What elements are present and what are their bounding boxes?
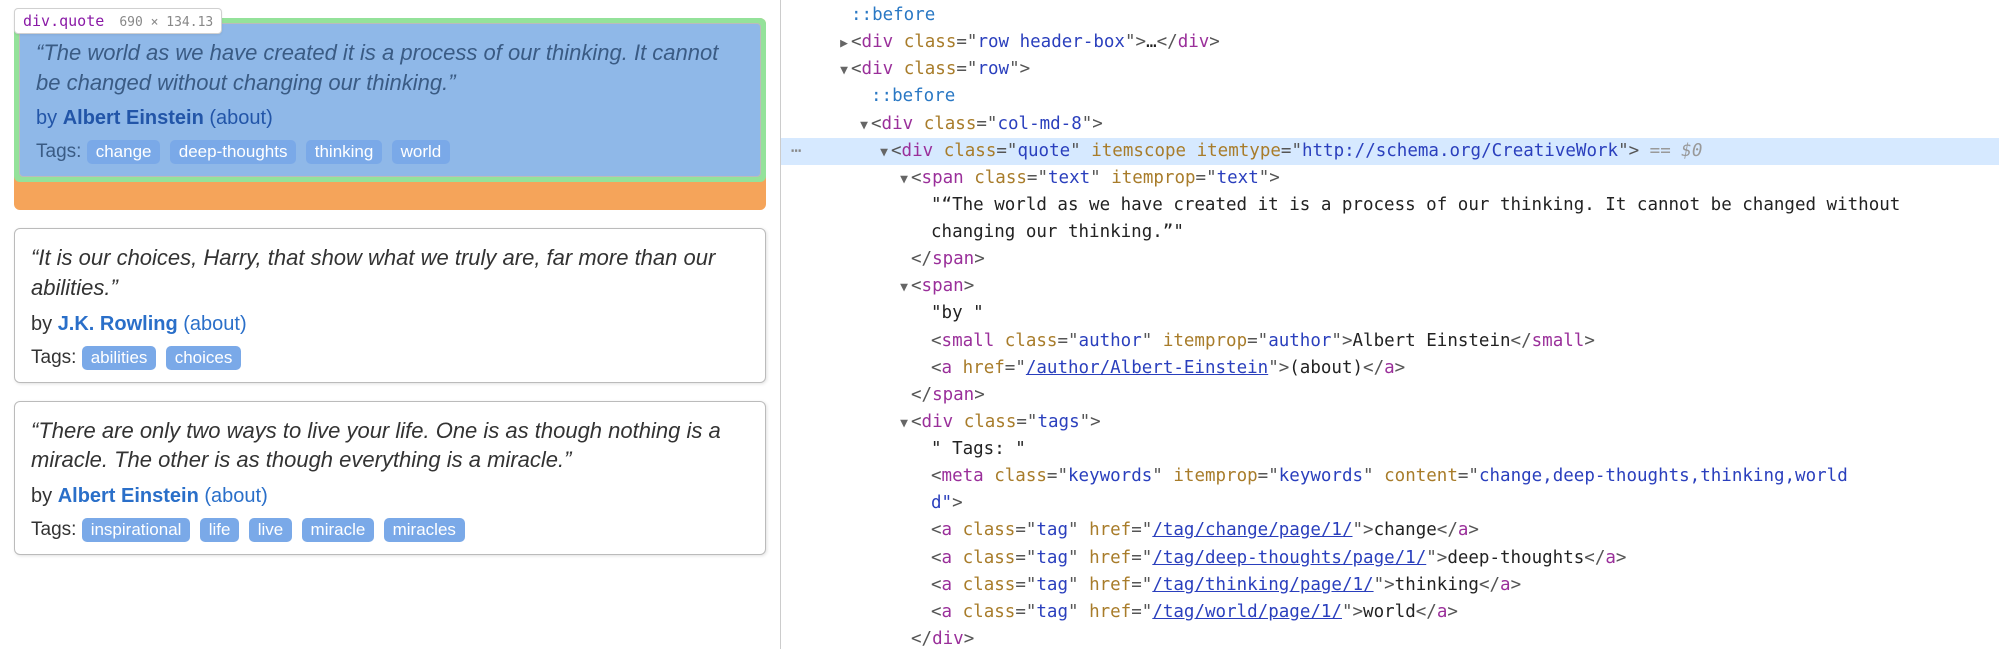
tag[interactable]: live	[249, 518, 293, 542]
collapse-toggle-icon[interactable]: ▼	[897, 278, 911, 298]
quote-text: “It is our choices, Harry, that show wha…	[31, 243, 749, 302]
dom-line[interactable]: </div>	[781, 626, 1999, 649]
collapse-toggle-icon[interactable]: ▼	[897, 414, 911, 434]
tag[interactable]: thinking	[306, 140, 383, 164]
dom-line[interactable]: </span>	[781, 246, 1999, 273]
dom-line[interactable]: "by "	[781, 300, 1999, 327]
tag[interactable]: abilities	[82, 346, 157, 370]
tags-line: Tags: change deep-thoughts thinking worl…	[36, 140, 744, 164]
about-link[interactable]: (about)	[209, 107, 272, 129]
dom-line[interactable]: ▼<span class="text" itemprop="text">	[781, 165, 1999, 192]
by-label: by	[36, 107, 63, 129]
dom-line[interactable]: d">	[781, 490, 1999, 517]
collapse-toggle-icon[interactable]: ▼	[857, 116, 871, 136]
collapse-toggle-icon[interactable]: ▼	[897, 170, 911, 190]
dom-line[interactable]: <meta class="keywords" itemprop="keyword…	[781, 463, 1999, 490]
dom-line[interactable]: <a class="tag" href="/tag/thinking/page/…	[781, 572, 1999, 599]
tag[interactable]: miracle	[302, 518, 375, 542]
quote-card[interactable]: “There are only two ways to live your li…	[14, 401, 766, 555]
tags-label: Tags:	[31, 347, 82, 368]
quote-byline: by J.K. Rowling (about)	[31, 313, 749, 336]
quote-byline: by Albert Einstein (about)	[31, 485, 749, 508]
tags-line: Tags: inspirational life live miracle mi…	[31, 518, 749, 542]
dom-line[interactable]: <small class="author" itemprop="author">…	[781, 328, 1999, 355]
collapse-toggle-icon[interactable]: ▼	[877, 143, 891, 163]
tag[interactable]: choices	[166, 346, 242, 370]
dom-line[interactable]: ▼<span>	[781, 273, 1999, 300]
quote-text: “There are only two ways to live your li…	[31, 416, 749, 475]
dom-line[interactable]: ::before	[781, 83, 1999, 110]
dom-line[interactable]: ▶<div class="row header-box">…</div>	[781, 29, 1999, 56]
dom-line[interactable]: <a href="/author/Albert-Einstein">(about…	[781, 355, 1999, 382]
about-link[interactable]: (about)	[183, 313, 246, 335]
rendered-page-pane: div.quote 690 × 134.13 “The world as we …	[0, 0, 780, 649]
about-link[interactable]: (about)	[204, 485, 267, 507]
dom-line-selected[interactable]: ⋯▼<div class="quote" itemscope itemtype=…	[781, 138, 1999, 165]
inspect-margin-overlay: “The world as we have created it is a pr…	[14, 18, 766, 210]
tags-label: Tags:	[36, 141, 87, 162]
element-dimensions-tooltip: div.quote 690 × 134.13	[14, 8, 222, 34]
by-label: by	[31, 485, 58, 507]
quote-card[interactable]: “The world as we have created it is a pr…	[19, 23, 761, 177]
tag[interactable]: world	[392, 140, 451, 164]
tag[interactable]: inspirational	[82, 518, 191, 542]
dom-line[interactable]: <a class="tag" href="/tag/deep-thoughts/…	[781, 545, 1999, 572]
breadcrumb-dots-icon: ⋯	[781, 138, 811, 165]
dom-line[interactable]: ▼<div class="tags">	[781, 409, 1999, 436]
dom-line[interactable]: ::before	[781, 2, 1999, 29]
by-label: by	[31, 313, 58, 335]
tags-line: Tags: abilities choices	[31, 346, 749, 370]
tag[interactable]: miracles	[384, 518, 465, 542]
devtools-elements-pane[interactable]: ::before ▶<div class="row header-box">…<…	[780, 0, 1999, 649]
author-name[interactable]: J.K. Rowling	[58, 313, 178, 335]
tag[interactable]: life	[200, 518, 240, 542]
author-name[interactable]: Albert Einstein	[63, 107, 204, 129]
quote-byline: by Albert Einstein (about)	[36, 107, 744, 130]
tag[interactable]: change	[87, 140, 161, 164]
collapse-toggle-icon[interactable]: ▼	[837, 61, 851, 81]
tag[interactable]: deep-thoughts	[170, 140, 297, 164]
author-name[interactable]: Albert Einstein	[58, 485, 199, 507]
dom-line[interactable]: " Tags: "	[781, 436, 1999, 463]
tooltip-dimensions: 690 × 134.13	[119, 15, 213, 30]
quote-card[interactable]: “It is our choices, Harry, that show wha…	[14, 228, 766, 382]
dom-line[interactable]: <a class="tag" href="/tag/change/page/1/…	[781, 517, 1999, 544]
inspect-padding-overlay: “The world as we have created it is a pr…	[14, 18, 766, 182]
tooltip-selector: div.quote	[23, 12, 104, 30]
tags-label: Tags:	[31, 519, 82, 540]
dom-line[interactable]: ▼<div class="col-md-8">	[781, 111, 1999, 138]
dom-line[interactable]: </span>	[781, 382, 1999, 409]
dom-line[interactable]: "“The world as we have created it is a p…	[781, 192, 1999, 246]
dom-line[interactable]: ▼<div class="row">	[781, 56, 1999, 83]
expand-toggle-icon[interactable]: ▶	[837, 34, 851, 54]
dom-line[interactable]: <a class="tag" href="/tag/world/page/1/"…	[781, 599, 1999, 626]
quote-text: “The world as we have created it is a pr…	[36, 38, 744, 97]
